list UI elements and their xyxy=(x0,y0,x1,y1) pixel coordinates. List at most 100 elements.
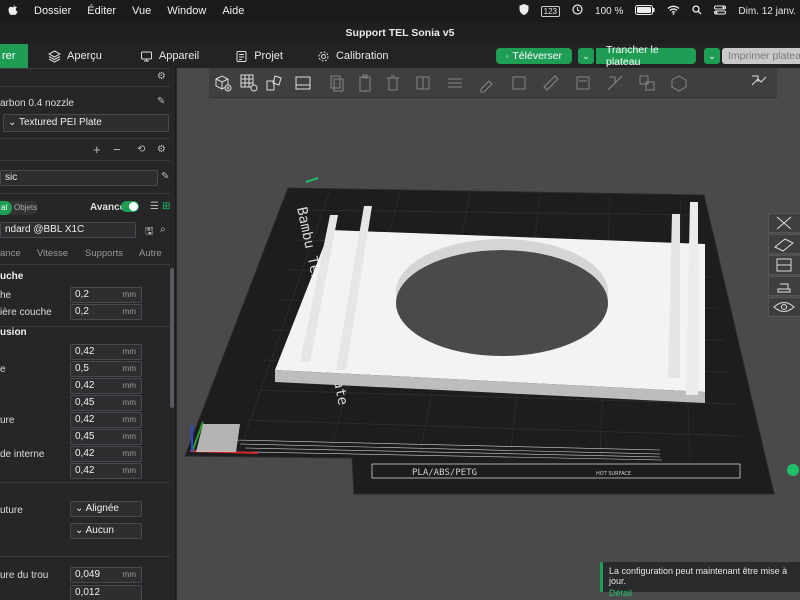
upload-icon xyxy=(506,54,509,58)
unit-label: mm xyxy=(122,347,136,356)
tab-device-label: Appareil xyxy=(158,50,200,62)
list-view-icon[interactable]: ☰ xyxy=(150,201,159,212)
line-width-input[interactable]: 0,42 mm xyxy=(70,344,142,360)
gear-icon xyxy=(318,51,329,61)
slice-plate-button[interactable]: Trancher le plateau xyxy=(596,44,696,68)
filament-value: sic xyxy=(5,172,18,183)
seam-position-select[interactable]: ⌄ Alignée xyxy=(70,501,142,517)
window-title: Support TEL Sonia v5 xyxy=(0,22,800,44)
layer-height-input[interactable]: 0,2 mm xyxy=(70,287,142,303)
tab-calibration[interactable]: Calibration xyxy=(317,50,389,63)
line-width-value: 0,42 xyxy=(75,465,95,476)
app-toolbar: rer Aperçu Appareil Projet Calibration T… xyxy=(0,44,800,68)
mode-toggle[interactable]: al Objets xyxy=(0,201,38,215)
sidebar-scrollbar[interactable] xyxy=(170,268,174,408)
contour-compensation-value: 0,012 xyxy=(75,587,101,598)
menu-file[interactable]: Dossier xyxy=(34,5,71,17)
plate-type-select[interactable]: ⌄ Textured PEI Plate xyxy=(3,114,169,132)
settings-sidebar: ⚙ arbon 0.4 nozzle ✎ ⌄ Textured PEI Plat… xyxy=(0,68,176,600)
search-icon[interactable] xyxy=(692,4,702,18)
layer-height-value: 0,2 xyxy=(75,289,89,300)
model-hole xyxy=(396,250,608,356)
advanced-toggle[interactable] xyxy=(121,201,139,212)
remove-icon[interactable]: − xyxy=(113,142,121,157)
chevron-down-icon: ⌄ xyxy=(75,503,84,514)
menu-window[interactable]: Window xyxy=(167,5,206,17)
subtab-other[interactable]: Autre xyxy=(139,248,162,259)
settings-icon[interactable]: ⚙ xyxy=(157,144,166,155)
edit-icon[interactable]: ✎ xyxy=(157,96,165,107)
hole-compensation-input[interactable]: 0,049 mm xyxy=(70,567,142,583)
tab-prepare[interactable]: rer xyxy=(0,44,28,68)
unit-label: mm xyxy=(122,432,136,441)
clock-text[interactable]: Dim. 12 janv. xyxy=(738,6,796,17)
tab-calibration-label: Calibration xyxy=(335,50,389,62)
wifi-icon[interactable] xyxy=(667,5,680,18)
subtab-supports[interactable]: Supports xyxy=(85,248,123,259)
slice-dropdown-button[interactable]: ⌄ xyxy=(578,48,594,64)
unit-label: mm xyxy=(122,466,136,475)
build-plate-scene[interactable]: Bambu Textured PEI Plate PLA/ABS/PETG HO… xyxy=(177,68,800,600)
mode-global-option[interactable]: al xyxy=(0,201,12,215)
origin-marker xyxy=(196,424,240,452)
first-layer-height-input[interactable]: 0,2 mm xyxy=(70,304,142,320)
search-icon[interactable]: ⌕ xyxy=(160,224,166,235)
chevron-down-icon: ⌄ xyxy=(75,525,84,536)
menu-help[interactable]: Aide xyxy=(222,5,244,17)
subtab-speed[interactable]: Vitesse xyxy=(37,248,68,259)
line-width-label: e xyxy=(0,364,6,375)
tab-project[interactable]: Projet xyxy=(235,50,283,63)
print-plate-button[interactable]: Imprimer plateau xyxy=(722,48,800,64)
line-width-input[interactable]: 0,5 mm xyxy=(70,361,142,377)
first-layer-height-label: ière couche xyxy=(0,307,52,318)
line-width-input[interactable]: 0,42 mm xyxy=(70,378,142,394)
process-preset-select[interactable]: ndard @BBL X1C xyxy=(0,222,136,238)
filament-select[interactable]: sic xyxy=(0,170,158,186)
add-icon[interactable]: + xyxy=(93,142,101,157)
tab-device[interactable]: Appareil xyxy=(140,50,199,63)
history-icon[interactable] xyxy=(572,4,583,18)
shield-icon[interactable] xyxy=(519,4,529,18)
apple-menu-icon[interactable] xyxy=(8,4,18,19)
menu-edit[interactable]: Éditer xyxy=(87,5,116,17)
line-width-input[interactable]: 0,45 mm xyxy=(70,395,142,411)
control-center-icon[interactable] xyxy=(714,5,727,18)
first-layer-height-value: 0,2 xyxy=(75,306,89,317)
tab-project-label: Projet xyxy=(254,50,283,62)
tab-preview[interactable]: Aperçu xyxy=(48,49,102,63)
line-width-input[interactable]: 0,45 mm xyxy=(70,429,142,445)
compare-icon[interactable]: ⊞ xyxy=(162,201,170,212)
3d-viewport[interactable]: Bambu Textured PEI Plate PLA/ABS/PETG HO… xyxy=(177,68,800,600)
tab-prepare-label: rer xyxy=(2,50,16,62)
subtab-quality[interactable]: ance xyxy=(0,248,21,259)
contour-compensation-input[interactable]: 0,012 xyxy=(70,585,142,600)
status-area: 123 100 % Dim. 12 janv. xyxy=(519,4,800,18)
project-icon xyxy=(236,50,247,62)
line-width-label: ure xyxy=(0,415,15,426)
line-width-input[interactable]: 0,42 mm xyxy=(70,412,142,428)
input-badge[interactable]: 123 xyxy=(540,5,561,17)
edit-icon[interactable]: ✎ xyxy=(161,171,169,182)
line-width-value: 0,45 xyxy=(75,397,95,408)
print-dropdown-button[interactable]: ⌄ xyxy=(704,48,720,64)
line-width-input[interactable]: 0,42 mm xyxy=(70,446,142,462)
chevron-down-icon: ⌄ xyxy=(8,117,17,128)
notification-detail-link[interactable]: Détail xyxy=(609,588,800,598)
status-dot-icon xyxy=(787,464,799,476)
unit-label: mm xyxy=(122,570,136,579)
printer-selector[interactable]: arbon 0.4 nozzle xyxy=(0,98,74,109)
save-icon[interactable]: 🖫 xyxy=(145,224,154,241)
line-width-input[interactable]: 0,42 mm xyxy=(70,463,142,479)
upload-button[interactable]: Téléverser xyxy=(496,48,572,64)
layers-icon xyxy=(48,49,61,63)
sync-icon[interactable]: ⟲ xyxy=(137,144,145,155)
option-select[interactable]: ⌄ Aucun xyxy=(70,523,142,539)
mode-objects-option[interactable]: Objets xyxy=(14,201,37,215)
menu-view[interactable]: Vue xyxy=(132,5,151,17)
chevron-down-icon: ⌄ xyxy=(582,50,590,61)
settings-icon[interactable]: ⚙ xyxy=(157,71,166,82)
battery-icon[interactable] xyxy=(635,4,655,18)
unit-label: mm xyxy=(122,398,136,407)
device-icon xyxy=(140,51,152,61)
line-width-value: 0,42 xyxy=(75,414,95,425)
